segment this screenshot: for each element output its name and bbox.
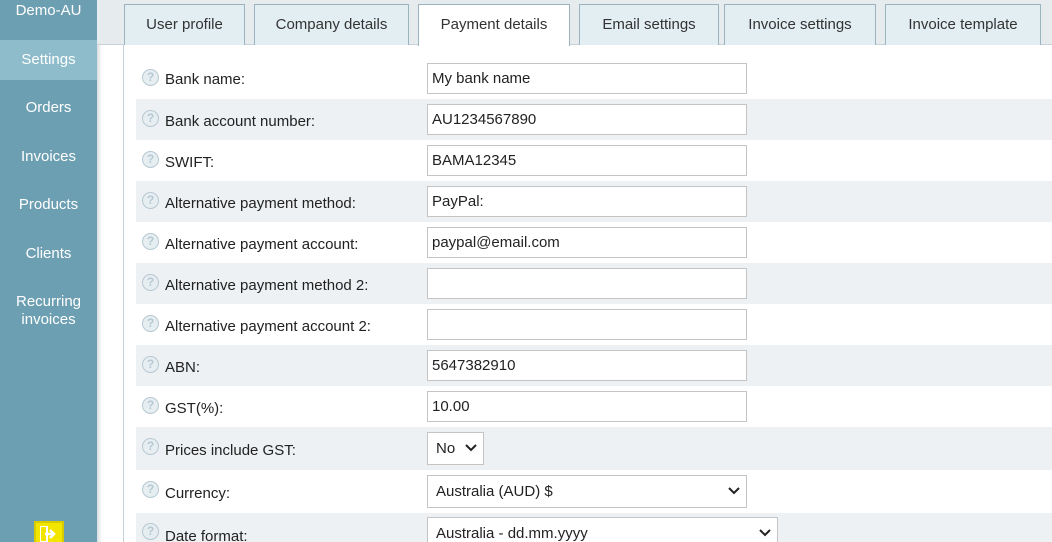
currency-label: Currency: — [165, 485, 231, 502]
prices-include-gst-select[interactable]: No — [427, 432, 484, 465]
alternative-payment-account-2-field[interactable] — [427, 309, 747, 340]
sidebar-item-products[interactable]: Products — [0, 196, 97, 214]
bank-account-number-label: Bank account number: — [165, 113, 316, 130]
alternative-payment-method-2-field[interactable] — [427, 268, 747, 299]
swift-label: SWIFT: — [165, 154, 215, 171]
question-circle-icon[interactable]: ? — [142, 274, 159, 291]
date-format-select[interactable]: Australia - dd.mm.yyyy — [427, 517, 778, 542]
question-circle-icon[interactable]: ? — [142, 397, 159, 414]
form-row-alternative-payment-account-2: ? Alternative payment account 2: — [136, 304, 1052, 345]
form-row-swift: ? SWIFT: BAMA12345 — [136, 140, 1052, 181]
alternative-payment-account-field[interactable]: paypal@email.com — [427, 227, 747, 258]
tab-email-settings[interactable]: Email settings — [579, 4, 719, 45]
currency-value: Australia (AUD) $ — [436, 483, 553, 500]
bank-account-number-field[interactable]: AU1234567890 — [427, 104, 747, 135]
question-circle-icon[interactable]: ? — [142, 110, 159, 127]
chevron-down-icon — [465, 444, 477, 452]
tab-invoice-template[interactable]: Invoice template — [885, 4, 1041, 45]
sidebar-item-orders[interactable]: Orders — [0, 99, 97, 117]
exit-arrow-icon — [40, 526, 56, 542]
form-row-bank-name: ? Bank name: My bank name — [136, 58, 1052, 99]
form-row-currency: ? Currency: Australia (AUD) $ — [136, 470, 1052, 513]
question-circle-icon[interactable]: ? — [142, 69, 159, 86]
tab-invoice-settings[interactable]: Invoice settings — [724, 4, 876, 45]
question-circle-icon[interactable]: ? — [142, 523, 159, 540]
gst-label: GST(%): — [165, 400, 224, 417]
question-circle-icon[interactable]: ? — [142, 481, 159, 498]
chevron-down-icon — [728, 487, 740, 495]
question-circle-icon[interactable]: ? — [142, 233, 159, 250]
form-row-alternative-payment-method: ? Alternative payment method: PayPal: — [136, 181, 1052, 222]
tab-company-details[interactable]: Company details — [254, 4, 409, 45]
alternative-payment-method-2-label: Alternative payment method 2: — [165, 277, 369, 294]
sidebar-item-settings[interactable]: Settings — [0, 40, 97, 80]
chevron-down-icon — [759, 529, 771, 537]
prices-include-gst-label: Prices include GST: — [165, 442, 296, 459]
form-row-gst: ? GST(%): 10.00 — [136, 386, 1052, 427]
form-row-prices-include-gst: ? Prices include GST: No — [136, 427, 1052, 470]
swift-field[interactable]: BAMA12345 — [427, 145, 747, 176]
abn-label: ABN: — [165, 359, 201, 376]
alternative-payment-account-label: Alternative payment account: — [165, 236, 359, 253]
form-row-alternative-payment-method-2: ? Alternative payment method 2: — [136, 263, 1052, 304]
date-format-label: Date format: — [165, 528, 248, 542]
question-circle-icon[interactable]: ? — [142, 438, 159, 455]
question-circle-icon[interactable]: ? — [142, 356, 159, 373]
abn-field[interactable]: 5647382910 — [427, 350, 747, 381]
currency-select[interactable]: Australia (AUD) $ — [427, 475, 747, 508]
form-row-date-format: ? Date format: Australia - dd.mm.yyyy — [136, 513, 1052, 542]
form-row-alternative-payment-account: ? Alternative payment account: paypal@em… — [136, 222, 1052, 263]
alternative-payment-method-label: Alternative payment method: — [165, 195, 356, 212]
logout-button[interactable] — [34, 521, 64, 542]
tab-bar: User profile Company details Payment det… — [97, 0, 1052, 46]
alternative-payment-method-field[interactable]: PayPal: — [427, 186, 747, 217]
sidebar-item-clients[interactable]: Clients — [0, 245, 97, 263]
tab-user-profile[interactable]: User profile — [124, 4, 245, 45]
tab-payment-details[interactable]: Payment details — [418, 4, 570, 46]
prices-include-gst-value: No — [436, 440, 456, 457]
sidebar-shadow — [97, 0, 102, 542]
company-name: Demo-AU — [0, 0, 97, 27]
sidebar: Demo-AU Settings Orders Invoices Product… — [0, 0, 97, 542]
bank-name-field[interactable]: My bank name — [427, 63, 747, 94]
sidebar-item-recurring-invoices[interactable]: Recurring invoices — [10, 293, 87, 329]
form-row-abn: ? ABN: 5647382910 — [136, 345, 1052, 386]
bank-name-label: Bank name: — [165, 71, 246, 88]
question-circle-icon[interactable]: ? — [142, 192, 159, 209]
gst-field[interactable]: 10.00 — [427, 391, 747, 422]
date-format-value: Australia - dd.mm.yyyy — [436, 525, 588, 542]
question-circle-icon[interactable]: ? — [142, 151, 159, 168]
app-window: Demo-AU Settings Orders Invoices Product… — [0, 0, 1052, 542]
alternative-payment-account-2-label: Alternative payment account 2: — [165, 318, 371, 335]
question-circle-icon[interactable]: ? — [142, 315, 159, 332]
form-row-bank-account-number: ? Bank account number: AU1234567890 — [136, 99, 1052, 140]
sidebar-item-invoices[interactable]: Invoices — [0, 148, 97, 166]
